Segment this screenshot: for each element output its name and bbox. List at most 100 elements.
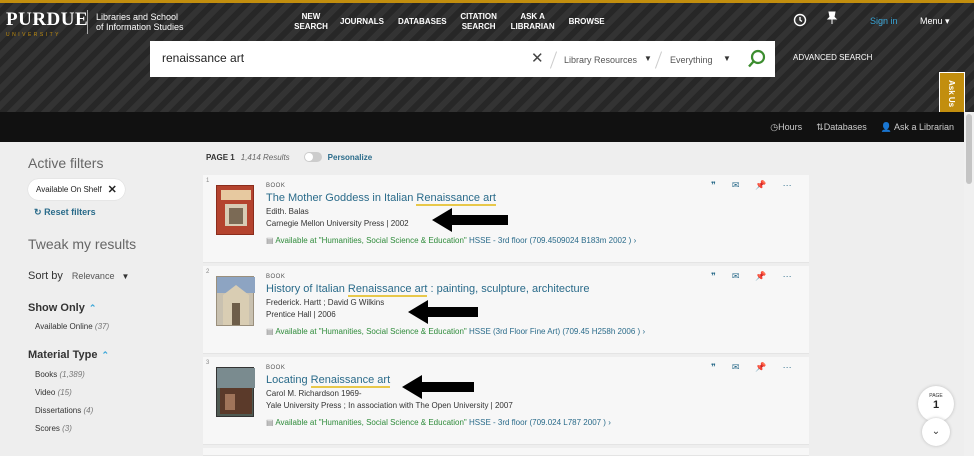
book-cover[interactable]: [216, 367, 255, 417]
chevron-down-icon: ⌄: [931, 426, 941, 437]
more-icon[interactable]: ···: [783, 271, 792, 282]
clear-icon[interactable]: ✕: [531, 49, 544, 67]
advanced-search-link[interactable]: ADVANCED SEARCH: [793, 53, 872, 62]
pin-icon[interactable]: [826, 11, 838, 28]
result-card: 3 BOOK Locating Renaissance art Carol M.…: [203, 357, 809, 445]
filter-dissertations[interactable]: Dissertations (4): [35, 406, 198, 415]
hours-link[interactable]: ◷Hours: [770, 122, 802, 133]
result-card: 2 BOOK History of Italian Renaissance ar…: [203, 266, 809, 354]
active-filters-heading: Active filters: [28, 155, 104, 171]
nav-browse[interactable]: BROWSE: [569, 12, 605, 32]
chevron-down-icon: ▾: [945, 16, 950, 26]
result-publisher: Prentice Hall | 2006: [266, 310, 336, 319]
logo-subtext: UNIVERSITY: [6, 32, 62, 38]
more-icon[interactable]: ···: [783, 180, 792, 191]
filter-scores[interactable]: Scores (3): [35, 424, 198, 433]
search-input[interactable]: [162, 51, 522, 65]
pin-icon[interactable]: 📌: [755, 362, 766, 373]
availability[interactable]: ▤ Available at "Humanities, Social Scien…: [266, 327, 645, 336]
email-icon[interactable]: ✉: [732, 271, 740, 282]
nav-ask-a-librarian[interactable]: ASK A LIBRARIAN: [511, 12, 555, 32]
chevron-right-icon[interactable]: ›: [642, 327, 645, 336]
menu-label: Menu: [920, 16, 943, 26]
nav-databases[interactable]: DATABASES: [398, 12, 447, 32]
sort-label: Sort by: [28, 270, 63, 282]
email-icon[interactable]: ✉: [732, 362, 740, 373]
nav-new-search[interactable]: NEW SEARCH: [294, 12, 328, 32]
show-only-heading[interactable]: Show Only ⌃: [28, 302, 198, 314]
availability[interactable]: ▤ Available at "Humanities, Social Scien…: [266, 236, 636, 245]
cite-icon[interactable]: ❞: [711, 180, 716, 191]
ask-librarian-link[interactable]: 👤 Ask a Librarian: [881, 122, 954, 133]
material-type-heading[interactable]: Material Type ⌃: [28, 349, 198, 361]
caret-down-icon[interactable]: ▼: [644, 54, 652, 63]
chevron-right-icon[interactable]: ›: [608, 418, 611, 427]
databases-link[interactable]: ⇅Databases: [816, 122, 867, 133]
reset-label: Reset filters: [44, 207, 96, 217]
filter-available-online[interactable]: Available Online (37): [35, 322, 198, 331]
chevron-right-icon[interactable]: ›: [634, 236, 637, 245]
availability-status: Available at "Humanities, Social Science…: [275, 236, 467, 245]
school-name[interactable]: Libraries and School of Information Stud…: [96, 12, 186, 32]
close-icon[interactable]: ✕: [108, 183, 117, 196]
sign-in-link[interactable]: Sign in: [870, 16, 898, 26]
search-icon[interactable]: [747, 49, 767, 74]
sort-control[interactable]: Sort by Relevance ▼: [28, 270, 198, 282]
chevron-up-icon[interactable]: ⌃: [102, 350, 110, 360]
result-actions: ❞ ✉ 📌 ···: [711, 362, 792, 373]
type-select[interactable]: Everything: [670, 55, 713, 65]
databases-label: Databases: [823, 122, 867, 132]
page-indicator-number: 1: [932, 399, 940, 411]
purdue-logo[interactable]: PURDUE UNIVERSITY: [6, 9, 88, 38]
scope-select[interactable]: Library Resources: [564, 55, 637, 65]
result-author: Frederick. Hartt ; David G Wilkins: [266, 298, 385, 307]
book-icon: ▤: [266, 236, 274, 245]
filter-count: (4): [83, 406, 94, 415]
sort-value[interactable]: Relevance: [72, 271, 115, 281]
call-number: HSSE - 3rd floor (709.024 L787 2007 ): [469, 418, 606, 427]
reset-filters-link[interactable]: ↻ Reset filters: [34, 207, 198, 218]
active-filter-chip[interactable]: Available On Shelf ✕: [28, 179, 125, 200]
result-number: 3: [206, 360, 210, 366]
ask-us-tab[interactable]: Ask Us: [939, 72, 965, 114]
nav-journals[interactable]: JOURNALS: [340, 12, 384, 32]
filter-label: Books: [35, 370, 58, 379]
result-title[interactable]: The Mother Goddess in Italian Renaissanc…: [266, 192, 496, 206]
caret-down-icon[interactable]: ▼: [723, 54, 731, 63]
result-title[interactable]: History of Italian Renaissance art : pai…: [266, 283, 590, 297]
material-type: BOOK: [266, 183, 286, 189]
chip-label: Available On Shelf: [36, 185, 102, 194]
nav-citation-search[interactable]: CITATION SEARCH: [460, 12, 497, 32]
history-icon[interactable]: [793, 13, 807, 30]
book-cover[interactable]: [216, 185, 254, 235]
availability[interactable]: ▤ Available at "Humanities, Social Scien…: [266, 418, 611, 427]
pin-icon[interactable]: 📌: [755, 180, 766, 191]
email-icon[interactable]: ✉: [732, 180, 740, 191]
personalize-label[interactable]: Personalize: [328, 153, 372, 162]
cite-icon[interactable]: ❞: [711, 362, 716, 373]
filter-video[interactable]: Video (15): [35, 388, 198, 397]
sort-icon: ⇅: [816, 122, 824, 132]
book-icon: ▤: [266, 327, 274, 336]
scroll-down-button[interactable]: ⌄: [922, 418, 950, 446]
caret-down-icon[interactable]: ▼: [122, 272, 130, 281]
book-cover[interactable]: [216, 276, 255, 326]
more-icon[interactable]: ···: [783, 362, 792, 373]
personalize-toggle[interactable]: [303, 152, 322, 162]
chevron-up-icon[interactable]: ⌃: [89, 303, 97, 313]
title-text-rest: : painting, sculpture, architecture: [427, 283, 590, 295]
pin-icon[interactable]: 📌: [755, 271, 766, 282]
scrollbar-thumb[interactable]: [966, 114, 972, 184]
results-count: 1,414 Results: [240, 152, 290, 162]
cite-icon[interactable]: ❞: [711, 271, 716, 282]
menu-button[interactable]: Menu ▾: [920, 16, 950, 27]
ask-us-label: Ask Us: [947, 80, 956, 108]
filter-books[interactable]: Books (1,389): [35, 370, 198, 379]
filter-label: Dissertations: [35, 406, 82, 415]
logo-divider: [87, 10, 88, 34]
title-highlight: Renaissance art: [310, 374, 391, 388]
hours-label: Hours: [778, 122, 803, 132]
arrow-annotation-icon: [402, 375, 474, 399]
search-bar: ✕ Library Resources ▼ Everything ▼: [150, 41, 775, 77]
result-title[interactable]: Locating Renaissance art: [266, 374, 391, 388]
